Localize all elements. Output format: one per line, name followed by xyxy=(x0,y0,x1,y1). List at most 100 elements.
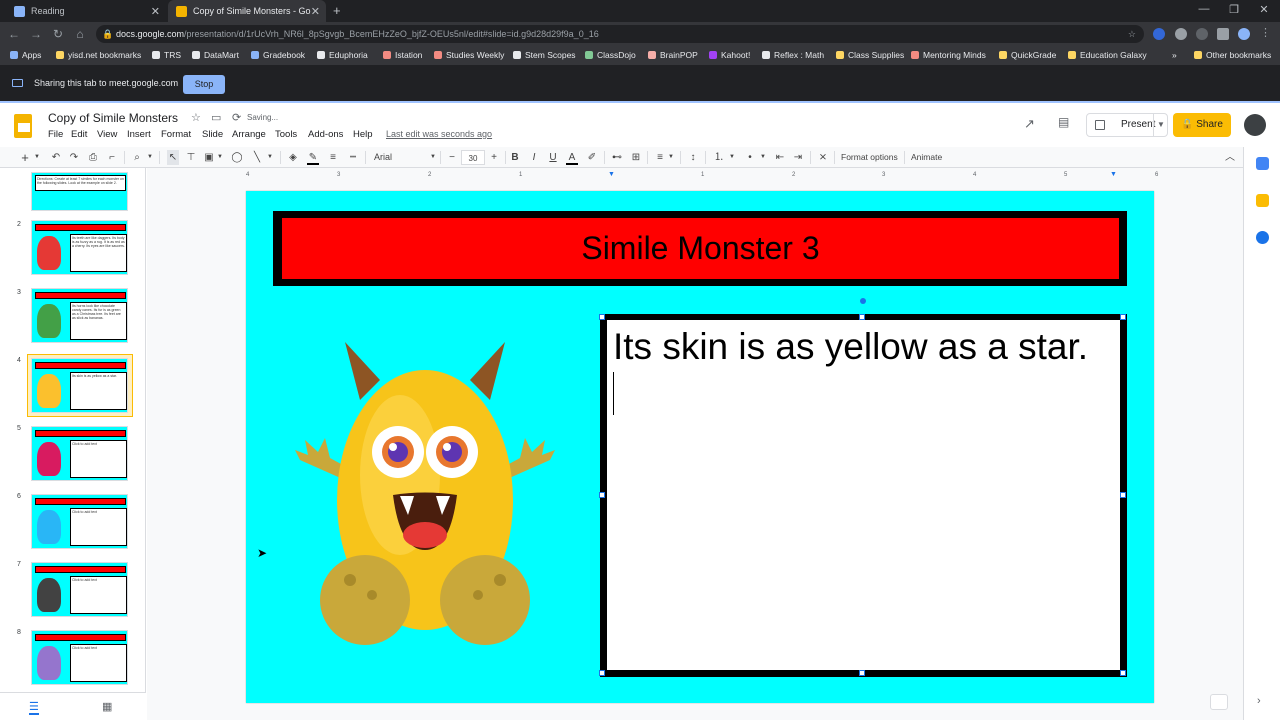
slide-thumbnail-7[interactable]: Click to add text xyxy=(31,562,128,617)
bookmark-eduphoria[interactable]: Eduphoria xyxy=(317,50,368,60)
back-icon[interactable]: ← xyxy=(6,26,22,42)
shape-icon[interactable]: ◯ xyxy=(231,150,243,165)
border-weight-icon[interactable]: ≡ xyxy=(327,150,339,165)
line-icon[interactable]: ╲ xyxy=(251,150,263,165)
extension-c-icon[interactable] xyxy=(1153,28,1165,40)
new-tab-button[interactable]: + xyxy=(333,3,341,18)
more-bookmarks-button[interactable]: » xyxy=(1172,50,1177,60)
minimize-icon[interactable]: — xyxy=(1194,3,1214,15)
other-bookmarks[interactable]: Other bookmarks xyxy=(1194,50,1271,60)
slide-thumbnail-5[interactable]: Click to add text xyxy=(31,426,128,481)
numbered-list-icon[interactable]: ⒈ xyxy=(713,150,725,165)
document-title[interactable]: Copy of Simile Monsters xyxy=(48,111,178,125)
slide-thumbnail-6[interactable]: Click to add text xyxy=(31,494,128,549)
menu-insert[interactable]: Insert xyxy=(127,129,151,140)
menu-file[interactable]: File xyxy=(48,129,63,140)
bookmark-trs[interactable]: TRS xyxy=(152,50,181,60)
animate-button[interactable]: Animate xyxy=(911,150,951,165)
bookmark-education-galaxy[interactable]: Education Galaxy xyxy=(1068,50,1147,60)
comment-add-icon[interactable]: ⊞ xyxy=(630,150,642,165)
underline-icon[interactable]: U xyxy=(547,150,559,165)
extension-bulb-icon[interactable] xyxy=(1196,28,1208,40)
bookmark-kahoot[interactable]: Kahoot! xyxy=(709,50,750,60)
print-icon[interactable]: ⎙ xyxy=(87,150,99,165)
star-icon[interactable]: ☆ xyxy=(191,111,201,124)
chevron-down-icon[interactable]: ▼ xyxy=(33,150,41,165)
increase-indent-icon[interactable]: ⇥ xyxy=(792,150,804,165)
address-bar[interactable]: 🔒 docs.google.com/presentation/d/1rUcVrh… xyxy=(96,25,1144,43)
fill-color-icon[interactable]: ◈ xyxy=(287,150,299,165)
resize-handle[interactable] xyxy=(859,670,865,676)
chevron-down-icon[interactable]: ▼ xyxy=(759,150,767,165)
right-indent-marker-icon[interactable]: ▼ xyxy=(1110,171,1117,178)
border-color-icon[interactable]: ✎ xyxy=(307,150,319,165)
close-icon[interactable]: ✕ xyxy=(151,5,160,18)
stop-sharing-button[interactable]: Stop xyxy=(183,75,225,94)
activity-trend-icon[interactable]: ↗ xyxy=(1024,116,1035,132)
menu-tools[interactable]: Tools xyxy=(275,129,297,140)
bulleted-list-icon[interactable]: • xyxy=(744,150,756,165)
highlight-color-icon[interactable]: ✐ xyxy=(586,150,598,165)
browser-tab-reading[interactable]: Reading ✕ xyxy=(6,0,166,22)
font-select[interactable]: Arial ▼ xyxy=(374,150,438,165)
new-slide-icon[interactable]: + xyxy=(18,150,32,165)
line-spacing-icon[interactable]: ↕ xyxy=(687,150,699,165)
slide-title[interactable]: Simile Monster 3 xyxy=(282,218,1119,279)
slide-thumbnail-1[interactable]: Directions: Create at least 7 similes fo… xyxy=(31,172,128,211)
image-icon[interactable]: ▣ xyxy=(203,150,215,165)
extension-record-icon[interactable] xyxy=(1175,28,1187,40)
font-size-input[interactable]: 30 xyxy=(461,150,485,165)
resize-handle[interactable] xyxy=(599,492,605,498)
menu-format[interactable]: Format xyxy=(161,129,191,140)
bookmark-gradebook[interactable]: Gradebook xyxy=(251,50,305,60)
forward-icon[interactable]: → xyxy=(28,26,44,42)
tasks-icon[interactable] xyxy=(1256,231,1269,244)
home-icon[interactable]: ⌂ xyxy=(72,26,88,42)
slides-logo-icon[interactable] xyxy=(14,114,32,138)
resize-handle[interactable] xyxy=(1120,314,1126,320)
reload-icon[interactable]: ↻ xyxy=(50,26,66,42)
link-icon[interactable]: ⊷ xyxy=(611,150,623,165)
browser-tab-slides[interactable]: Copy of Simile Monsters - Go ✕ xyxy=(168,0,326,22)
bookmark-reflex-math[interactable]: Reflex : Math xyxy=(762,50,824,60)
present-button[interactable]: Present ▼ xyxy=(1086,113,1168,137)
last-edit-link[interactable]: Last edit was seconds ago xyxy=(386,129,492,139)
list-view-icon[interactable]: ☰ xyxy=(29,700,39,715)
collapse-toolbar-icon[interactable]: ︿ xyxy=(1224,150,1236,165)
align-icon[interactable]: ≡ xyxy=(654,150,666,165)
menu-view[interactable]: View xyxy=(97,129,117,140)
keep-icon[interactable] xyxy=(1256,194,1269,207)
close-icon[interactable]: ✕ xyxy=(311,5,320,18)
restore-icon[interactable]: ❐ xyxy=(1224,3,1244,16)
slide-thumbnail-8[interactable]: Click to add text xyxy=(31,630,128,685)
bookmark-brainpop[interactable]: BrainPOP xyxy=(648,50,698,60)
slide-thumbnail-2[interactable]: Its teeth are like daggers. Its body is … xyxy=(31,220,128,275)
select-cursor-icon[interactable]: ↖ xyxy=(167,150,179,165)
slide-thumbnail-3[interactable]: Its horns look like chocolate candy cane… xyxy=(31,288,128,343)
chevron-right-icon[interactable]: › xyxy=(1257,695,1261,707)
slide-thumbnail-4[interactable]: Its skin is as yellow as a star. xyxy=(31,358,128,413)
bookmark-studies-weekly[interactable]: Studies Weekly xyxy=(434,50,504,60)
chevron-down-icon[interactable]: ▼ xyxy=(216,150,224,165)
text-box-icon[interactable]: ⊤ xyxy=(185,150,197,165)
chevron-down-icon[interactable]: ▼ xyxy=(667,150,675,165)
grid-view-icon[interactable]: ▦ xyxy=(102,700,112,713)
menu-arrange[interactable]: Arrange xyxy=(232,129,266,140)
calendar-icon[interactable] xyxy=(1256,157,1269,170)
chevron-down-icon[interactable]: ▼ xyxy=(728,150,736,165)
bookmark-star-icon[interactable]: ☆ xyxy=(1128,25,1136,43)
decrease-indent-icon[interactable]: ⇤ xyxy=(774,150,786,165)
increase-font-size-icon[interactable]: + xyxy=(488,150,500,165)
resize-handle[interactable] xyxy=(859,314,865,320)
bookmark-datamart[interactable]: DataMart xyxy=(192,50,239,60)
chevron-down-icon[interactable]: ▼ xyxy=(146,150,154,165)
italic-icon[interactable]: I xyxy=(528,150,540,165)
slide-text-box[interactable]: Its skin is as yellow as a star. xyxy=(607,320,1120,670)
profile-icon[interactable] xyxy=(1238,28,1250,40)
menu-help[interactable]: Help xyxy=(353,129,373,140)
zoom-icon[interactable]: ⌕ xyxy=(131,150,143,165)
paint-format-icon[interactable]: ⌐ xyxy=(106,150,118,165)
clear-formatting-icon[interactable]: ⨯ xyxy=(817,150,829,165)
move-folder-icon[interactable]: ▭ xyxy=(211,111,221,124)
resize-handle[interactable] xyxy=(1120,492,1126,498)
